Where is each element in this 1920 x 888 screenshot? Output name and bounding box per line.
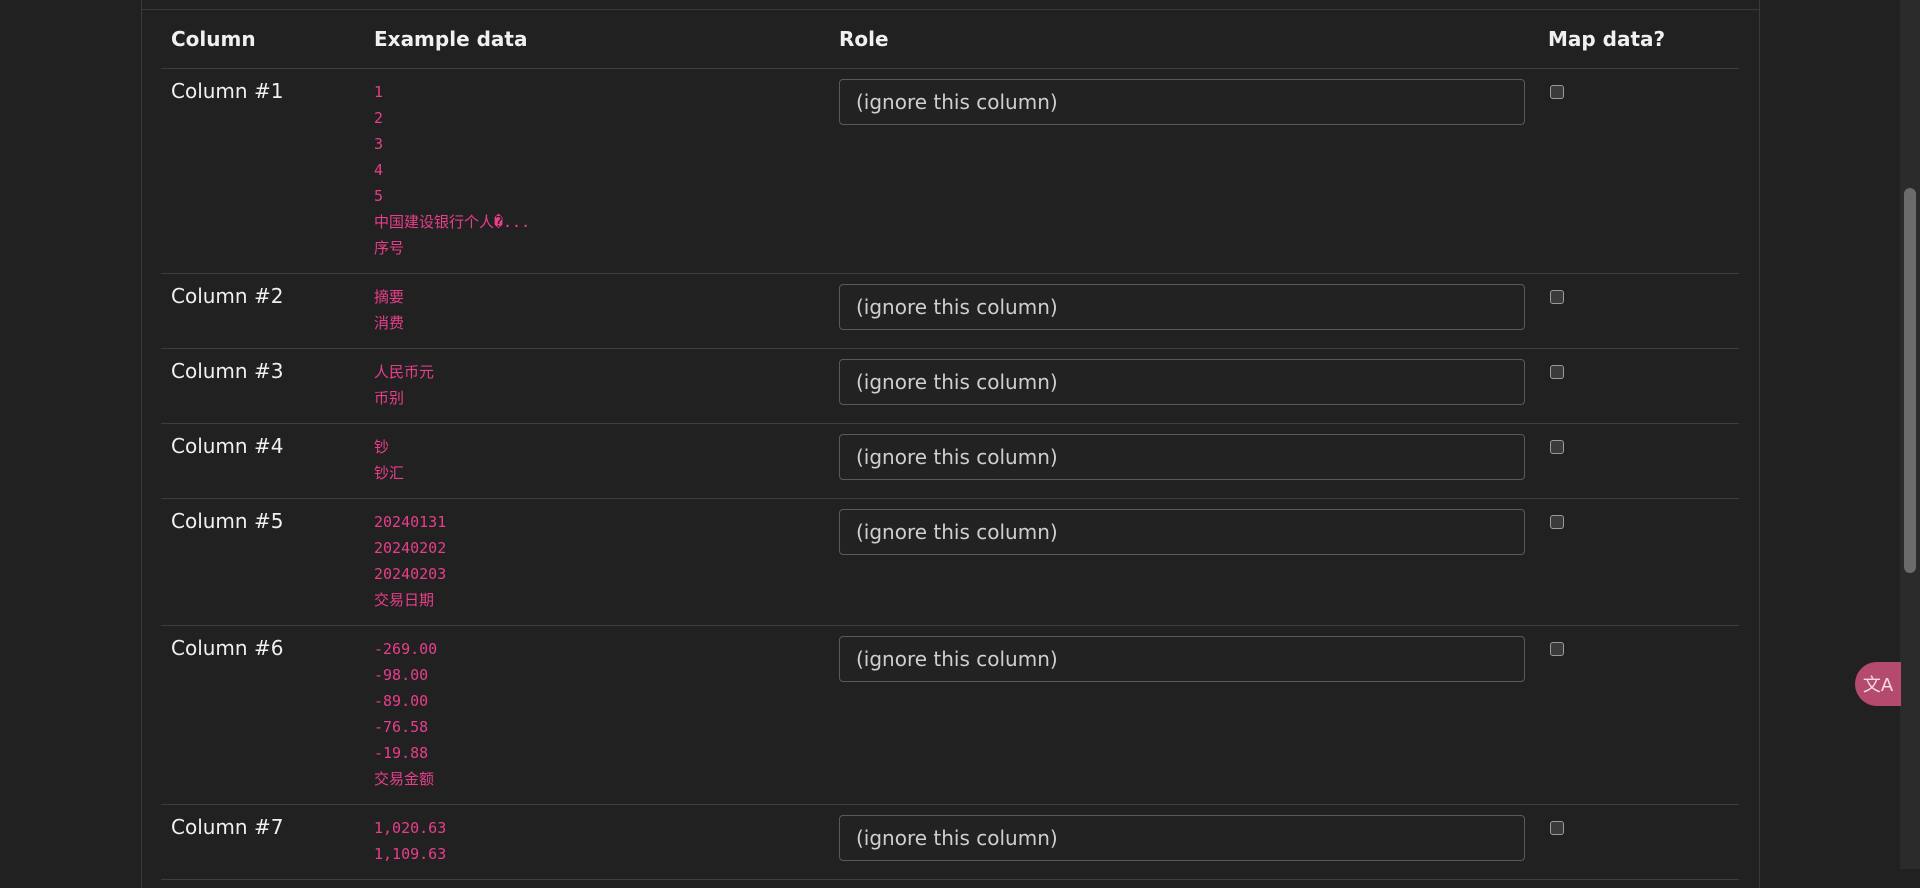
header-role: Role: [829, 10, 1538, 69]
example-value: 币别: [374, 389, 405, 407]
column-name: Column #3: [161, 348, 364, 424]
role-select[interactable]: (ignore this column): [839, 359, 1525, 405]
example-value: 2: [374, 109, 384, 127]
role-select[interactable]: (ignore this column): [839, 434, 1525, 480]
role-select[interactable]: (ignore this column): [839, 815, 1525, 861]
map-data-checkbox[interactable]: [1550, 290, 1564, 304]
example-value: 摘要: [374, 288, 405, 306]
role-select[interactable]: (ignore this column): [839, 509, 1525, 555]
column-name: Column #1: [161, 68, 364, 274]
example-value: 20240202: [374, 539, 447, 557]
example-value: 交易日期: [374, 591, 435, 609]
example-value: 5: [374, 187, 384, 205]
example-value: 交易金额: [374, 770, 435, 788]
map-data-cell: [1538, 498, 1739, 626]
header-map-data: Map data?: [1538, 10, 1739, 69]
example-value: 1,020.63: [374, 819, 447, 837]
map-data-cell: [1538, 625, 1739, 805]
column-name: Column #5: [161, 498, 364, 626]
role-cell: (ignore this column): [829, 625, 1538, 805]
map-data-checkbox[interactable]: [1550, 642, 1564, 656]
example-value: 消费: [374, 314, 405, 332]
example-data-cell: 20240131 20240202 20240203 交易日期: [364, 498, 829, 626]
role-select[interactable]: (ignore this column): [839, 79, 1525, 125]
example-value: 1: [374, 83, 384, 101]
column-name: Column #7: [161, 804, 364, 880]
table-header-row: Column Example data Role Map data?: [161, 10, 1739, 69]
example-value: -269.00: [374, 640, 438, 658]
example-data-cell: 摘要 消费: [364, 273, 829, 349]
column-name: Column #2: [161, 273, 364, 349]
scrollbar-thumb[interactable]: [1904, 188, 1916, 573]
example-value: 钞汇: [374, 464, 405, 482]
example-data-cell: 钞钞汇: [364, 423, 829, 499]
example-value: 序号: [374, 239, 405, 257]
example-data-cell: 1,020.63 1,109.63: [364, 804, 829, 880]
map-data-checkbox[interactable]: [1550, 515, 1564, 529]
table-row: Column #4 钞钞汇 (ignore this column): [161, 423, 1739, 499]
example-value: -76.58: [374, 718, 429, 736]
column-mapping-panel: Column Example data Role Map data? Colum…: [141, 0, 1760, 888]
map-data-cell: [1538, 273, 1739, 349]
role-cell: (ignore this column): [829, 804, 1538, 880]
map-data-cell: [1538, 423, 1739, 499]
map-data-checkbox[interactable]: [1550, 821, 1564, 835]
example-value: 人民币元: [374, 363, 435, 381]
header-example-data: Example data: [364, 10, 829, 69]
role-cell: (ignore this column): [829, 423, 1538, 499]
translate-button[interactable]: 文A: [1855, 662, 1901, 706]
example-value: 20240203: [374, 565, 447, 583]
table-row: Column #6 -269.00 -98.00 -89.00 -76.58 -19.88…: [161, 625, 1739, 805]
table-row: Column #5 20240131 20240202 20240203 交易日期 (ig…: [161, 498, 1739, 626]
map-data-cell: [1538, 348, 1739, 424]
example-value: 3: [374, 135, 384, 153]
column-name: Column #6: [161, 625, 364, 805]
role-cell: (ignore this column): [829, 68, 1538, 274]
role-cell: (ignore this column): [829, 348, 1538, 424]
map-data-checkbox[interactable]: [1550, 85, 1564, 99]
example-data-cell: 人民币元 币别: [364, 348, 829, 424]
map-data-cell: [1538, 68, 1739, 274]
map-data-checkbox[interactable]: [1550, 440, 1564, 454]
translate-icon: 文A: [1862, 675, 1894, 696]
example-value: -98.00: [374, 666, 429, 684]
table-row: Column #3 人民币元 币别 (ignore this column): [161, 348, 1739, 424]
example-value: -89.00: [374, 692, 429, 710]
header-column: Column: [161, 10, 364, 69]
page-scrollbar[interactable]: [1900, 0, 1920, 869]
table-row: Column #2 摘要 消费 (ignore this column): [161, 273, 1739, 349]
example-value: -19.88: [374, 744, 429, 762]
table-row: Column #7 1,020.63 1,109.63 (ignore this co…: [161, 804, 1739, 880]
example-value: 4: [374, 161, 384, 179]
map-data-checkbox[interactable]: [1550, 365, 1564, 379]
role-select[interactable]: (ignore this column): [839, 636, 1525, 682]
column-role-table: Column Example data Role Map data? Colum…: [161, 10, 1739, 880]
example-data-cell: -269.00 -98.00 -89.00 -76.58 -19.88 交易金额: [364, 625, 829, 805]
example-value: 1,109.63: [374, 845, 447, 863]
example-value: 中国建设银行个人�...: [374, 213, 531, 231]
role-select[interactable]: (ignore this column): [839, 284, 1525, 330]
table-row: Column #1 1 2 3 4 5 中国建设银行个人�... 序号 (ignore this…: [161, 68, 1739, 274]
example-value: 20240131: [374, 513, 447, 531]
role-cell: (ignore this column): [829, 498, 1538, 626]
role-cell: (ignore this column): [829, 273, 1538, 349]
example-value: 钞: [374, 438, 390, 456]
example-data-cell: 1 2 3 4 5 中国建设银行个人�... 序号: [364, 68, 829, 274]
column-name: Column #4: [161, 423, 364, 499]
map-data-cell: [1538, 804, 1739, 880]
